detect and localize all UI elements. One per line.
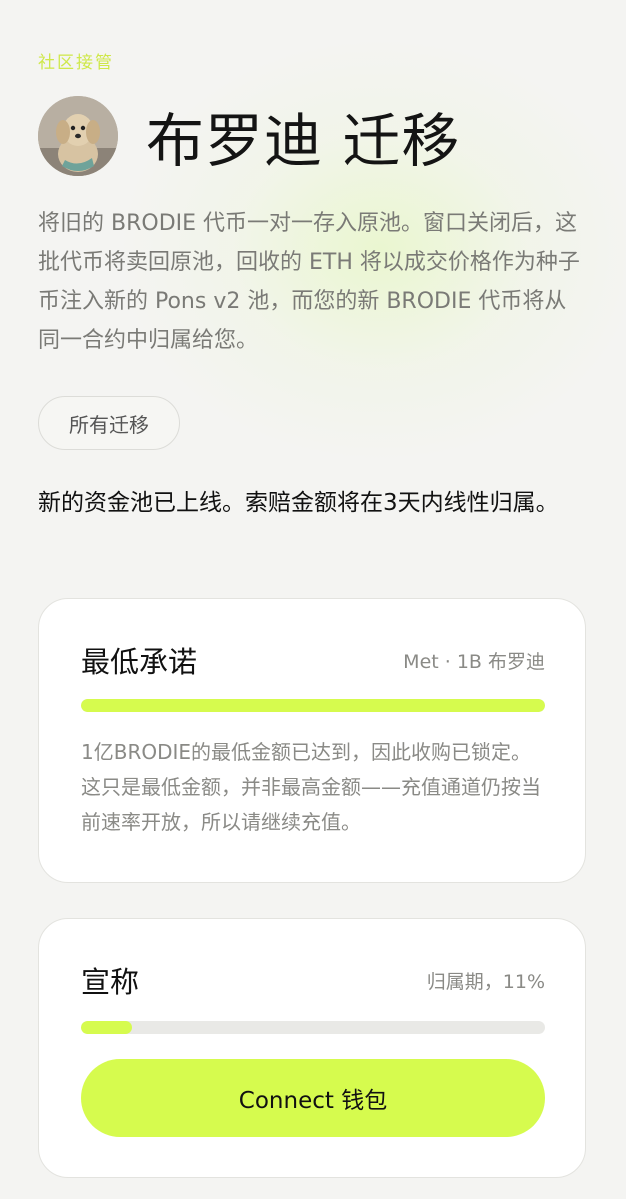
minimum-commitment-status: Met · 1B 布罗迪	[403, 650, 545, 673]
migration-description: 将旧的 BRODIE 代币一对一存入原池。窗口关闭后，这批代币将卖回原池，回收的…	[38, 211, 580, 353]
claim-vesting-progress-bar	[81, 1021, 545, 1034]
hero-header: 布罗迪 迁移	[38, 94, 460, 178]
section-eyebrow: 社区接管	[38, 53, 114, 73]
dog-avatar-icon	[38, 96, 118, 176]
claim-header: 宣称 归属期，11%	[81, 959, 545, 1001]
minimum-commitment-progress-fill	[81, 699, 545, 712]
all-migrations-button[interactable]: 所有迁移	[38, 396, 180, 450]
minimum-commitment-header: 最低承诺 Met · 1B 布罗迪	[81, 639, 545, 681]
minimum-commitment-title: 最低承诺	[81, 645, 198, 679]
connect-wallet-button[interactable]: Connect 钱包	[81, 1059, 545, 1137]
claim-card: 宣称 归属期，11% Connect 钱包	[38, 918, 586, 1178]
page-title: 布罗迪 迁移	[146, 107, 461, 175]
minimum-commitment-card: 最低承诺 Met · 1B 布罗迪 1亿BRODIE的最低金额已达到，因此收购已…	[38, 598, 586, 883]
minimum-commitment-progress-bar	[81, 699, 545, 712]
minimum-commitment-body: 1亿BRODIE的最低金额已达到，因此收购已锁定。这只是最低金额，并非最高金额—…	[81, 740, 541, 834]
token-avatar	[38, 96, 118, 176]
claim-vesting-progress-fill	[81, 1021, 133, 1034]
pool-live-notice: 新的资金池已上线。索赔金额将在3天内线性归属。	[38, 490, 559, 516]
claim-title: 宣称	[81, 965, 140, 999]
claim-vesting-status: 归属期，11%	[426, 970, 545, 993]
